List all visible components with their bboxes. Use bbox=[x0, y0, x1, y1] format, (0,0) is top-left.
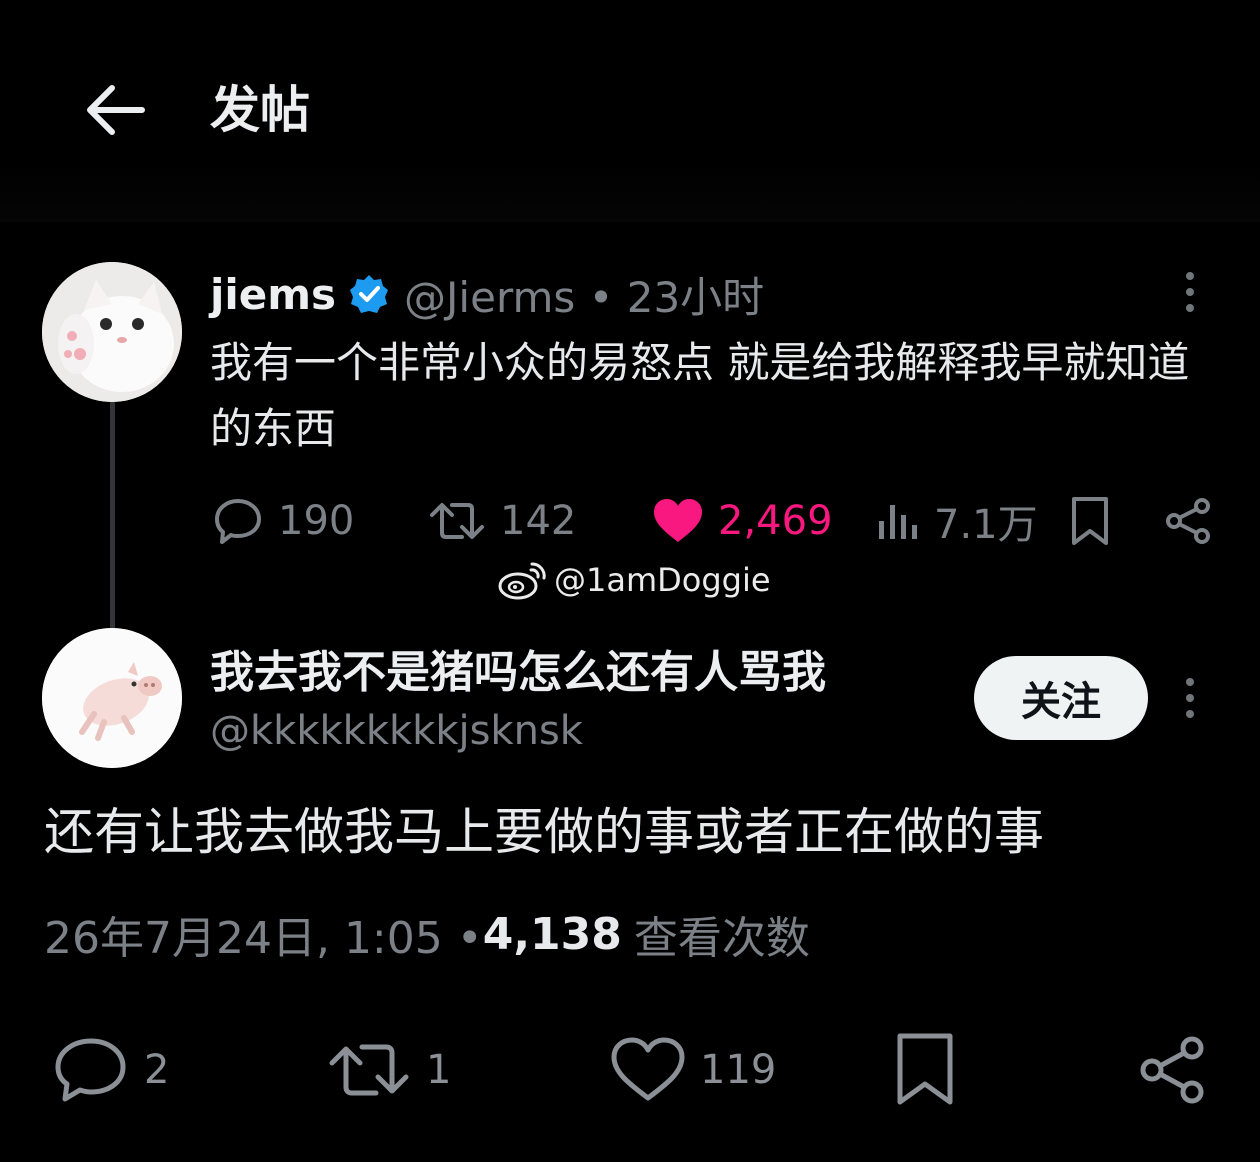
parent-tweet-text: 我有一个非常小众的易怒点 就是给我解释我早就知道的东西 bbox=[210, 338, 1190, 453]
reply-more-options-icon[interactable] bbox=[1170, 670, 1210, 726]
share-icon bbox=[1140, 1036, 1204, 1104]
reply-view-count: 4,138 bbox=[482, 908, 622, 960]
reply-repost-button[interactable]: 1 bbox=[326, 1030, 451, 1110]
views-bar-chart-icon bbox=[879, 505, 917, 539]
parent-author-row: jiems @Jierms • 23小时 bbox=[210, 264, 764, 324]
parent-repost-button[interactable]: 142 bbox=[428, 490, 576, 552]
parent-reply-count: 190 bbox=[278, 498, 355, 544]
parent-repost-count: 142 bbox=[500, 498, 577, 544]
verified-badge-icon bbox=[350, 275, 389, 313]
weibo-icon bbox=[498, 562, 546, 600]
reply-like-button[interactable]: 119 bbox=[610, 1030, 776, 1110]
heart-filled-icon bbox=[654, 499, 702, 542]
weibo-watermark: @1amDoggie bbox=[498, 556, 771, 604]
post-detail-screen: 发帖 jiems @Jierms • 23小时 我有一个非常小众的易怒点 就是给… bbox=[0, 0, 1260, 1162]
parent-view-count: 7.1万 bbox=[934, 502, 1038, 548]
reply-reply-button[interactable]: 2 bbox=[52, 1030, 169, 1110]
parent-more-options-icon[interactable] bbox=[1170, 264, 1210, 320]
avatar-cat[interactable] bbox=[42, 262, 182, 402]
parent-display-name[interactable]: jiems bbox=[210, 270, 336, 319]
reply-timestamp[interactable]: 26年7月24日, 1:05 • bbox=[44, 902, 483, 966]
reply-handle[interactable]: @kkkkkkkkkjsknsk bbox=[210, 708, 583, 754]
repost-icon bbox=[329, 1044, 409, 1096]
parent-reply-button[interactable]: 190 bbox=[212, 490, 354, 552]
watermark-text: @1amDoggie bbox=[554, 561, 771, 599]
bookmark-icon bbox=[897, 1033, 953, 1105]
parent-bookmark-button[interactable] bbox=[1068, 490, 1112, 552]
parent-like-button[interactable]: 2,469 bbox=[652, 490, 833, 552]
back-button[interactable] bbox=[74, 72, 154, 148]
reply-repost-count: 1 bbox=[426, 1047, 452, 1093]
reply-tweet-text: 还有让我去做我马上要做的事或者正在做的事 bbox=[44, 803, 1044, 861]
reply-bubble-icon bbox=[215, 499, 261, 544]
reply-share-button[interactable] bbox=[1138, 1030, 1208, 1110]
parent-handle-and-time: @Jierms • 23小时 bbox=[404, 272, 765, 322]
pig-avatar-image bbox=[42, 628, 182, 768]
top-bar: 发帖 bbox=[0, 0, 1260, 222]
cat-avatar-image bbox=[42, 262, 182, 402]
reply-views-label: 查看次数 bbox=[633, 913, 810, 964]
avatar-pig[interactable] bbox=[42, 628, 182, 768]
reply-bookmark-button[interactable] bbox=[894, 1030, 956, 1110]
reply-bubble-icon bbox=[55, 1038, 126, 1102]
reply-like-count: 119 bbox=[700, 1047, 777, 1093]
share-icon bbox=[1166, 498, 1210, 544]
arrow-left-icon bbox=[87, 85, 145, 135]
page-title: 发帖 bbox=[210, 81, 310, 139]
bookmark-icon bbox=[1072, 497, 1108, 545]
repost-icon bbox=[430, 503, 484, 539]
parent-like-count: 2,469 bbox=[718, 498, 833, 544]
reply-reply-count: 2 bbox=[144, 1047, 170, 1093]
reply-meta-row: 26年7月24日, 1:05 • 4,138 查看次数 bbox=[44, 900, 810, 968]
parent-share-button[interactable] bbox=[1164, 490, 1212, 552]
heart-outline-icon bbox=[611, 1037, 685, 1101]
follow-button[interactable]: 关注 bbox=[974, 656, 1148, 740]
reply-display-name[interactable]: 我去我不是猪吗怎么还有人骂我 bbox=[210, 636, 950, 700]
parent-views-button[interactable]: 7.1万 bbox=[876, 490, 1038, 552]
thread-connector-line bbox=[110, 402, 115, 628]
